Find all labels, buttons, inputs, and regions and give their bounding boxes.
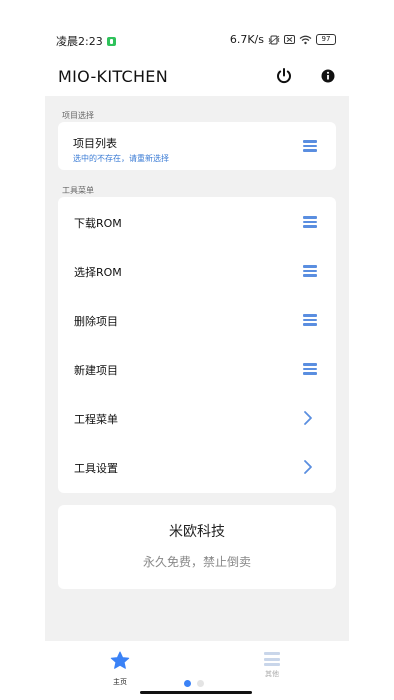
status-right: 6.7K/s 97 (230, 33, 336, 46)
menu-item-label: 选择ROM (74, 266, 122, 279)
menu-item-select-rom[interactable]: 选择ROM (58, 247, 336, 296)
brand-subtitle: 永久免费，禁止倒卖 (142, 555, 251, 569)
menu-item-label: 删除项目 (74, 315, 118, 328)
menu-item-tool-settings[interactable]: 工具设置 (58, 443, 336, 492)
menu-icon (303, 216, 317, 228)
network-speed: 6.7K/s (229, 33, 264, 46)
battery-indicator: 97 (316, 34, 336, 45)
brand-card: 米欧科技 永久免费，禁止倒卖 (58, 505, 336, 589)
page-dot-active (184, 680, 191, 687)
menu-icon (303, 363, 317, 375)
sim-icon (284, 35, 295, 44)
app-bar: MIO-KITCHEN (0, 62, 394, 92)
main-content: 项目选择 项目列表 选中的不存在，请重新选择 工具菜单 下载ROM 选择ROM … (45, 96, 349, 641)
menu-icon (303, 140, 317, 152)
chevron-right-icon (304, 411, 312, 425)
nav-label-home: 主页 (113, 678, 127, 686)
menu-item-label: 新建项目 (74, 364, 118, 377)
status-left: 凌晨2:23 (56, 33, 116, 49)
project-section-label: 项目选择 (62, 111, 94, 120)
menu-item-label: 工程菜单 (74, 413, 118, 426)
menu-icon (303, 314, 317, 326)
app-title: MIO-KITCHEN (58, 67, 168, 86)
chevron-right-icon (304, 460, 312, 474)
home-indicator[interactable] (140, 691, 252, 694)
nav-item-other[interactable]: 其他 (252, 651, 292, 679)
menu-item-download-rom[interactable]: 下载ROM (58, 198, 336, 247)
menu-item-delete-project[interactable]: 删除项目 (58, 296, 336, 345)
wifi-icon (299, 35, 312, 44)
info-icon[interactable] (318, 66, 338, 86)
menu-icon (303, 265, 317, 277)
nav-item-home[interactable]: 主页 (100, 651, 140, 687)
notification-icon (106, 36, 116, 46)
project-list-subtitle: 选中的不存在，请重新选择 (73, 154, 169, 163)
menu-item-label: 工具设置 (74, 462, 118, 475)
vibrate-icon (268, 35, 280, 44)
tools-section-label: 工具菜单 (62, 186, 94, 195)
nav-label-other: 其他 (265, 670, 279, 678)
menu-item-new-project[interactable]: 新建项目 (58, 345, 336, 394)
menu-icon (264, 652, 280, 666)
star-icon (110, 651, 130, 669)
brand-title: 米欧科技 (169, 524, 225, 540)
project-list-card[interactable]: 项目列表 选中的不存在，请重新选择 (58, 122, 336, 170)
tools-menu-card: 下载ROM 选择ROM 删除项目 新建项目 工程菜单 工具设置 (58, 197, 336, 493)
page-indicator (184, 680, 204, 687)
menu-item-label: 下载ROM (74, 217, 122, 230)
power-icon[interactable] (274, 66, 294, 86)
page-dot (197, 680, 204, 687)
menu-item-project-menu[interactable]: 工程菜单 (58, 394, 336, 443)
status-time: 凌晨2:23 (56, 35, 103, 48)
project-list-title: 项目列表 (73, 137, 117, 150)
